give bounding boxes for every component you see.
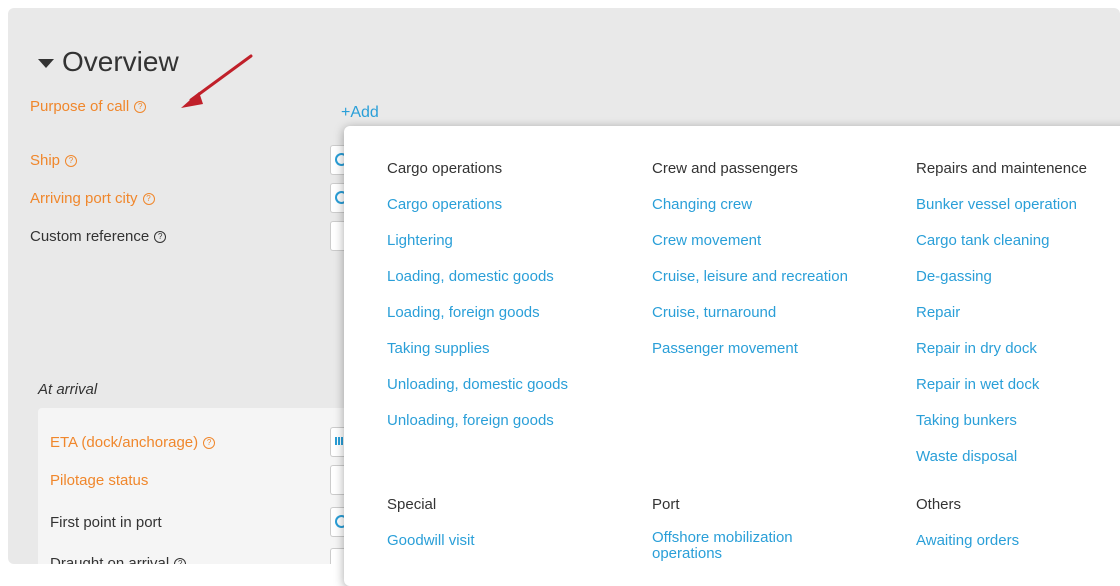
- purpose-option[interactable]: Crew movement: [652, 230, 912, 252]
- purpose-option[interactable]: Cargo tank cleaning: [916, 230, 1120, 252]
- group-port: Port Offshore mobilization operations: [652, 494, 912, 566]
- group-title: Special: [387, 496, 437, 513]
- group-crew-and-passengers: Crew and passengers Changing crew Crew m…: [652, 158, 912, 374]
- pilotage-status-text: Pilotage status: [50, 472, 149, 489]
- pilotage-status-label: Pilotage status: [50, 472, 148, 489]
- group-special: Special Goodwill visit: [387, 494, 647, 566]
- purpose-option[interactable]: Goodwill visit: [387, 530, 647, 552]
- purpose-option[interactable]: Changing crew: [652, 194, 912, 216]
- purpose-option[interactable]: Repair in dry dock: [916, 338, 1120, 360]
- purpose-option[interactable]: Awaiting orders: [916, 530, 1120, 552]
- add-purpose-button[interactable]: +Add: [341, 104, 379, 122]
- purpose-option[interactable]: Passenger movement: [652, 338, 912, 360]
- purpose-option[interactable]: Loading, domestic goods: [387, 266, 647, 288]
- purpose-option[interactable]: Unloading, domestic goods: [387, 374, 647, 396]
- purpose-option[interactable]: Offshore mobilization operations: [652, 530, 832, 562]
- red-arrow-annotation-icon: [181, 54, 253, 108]
- group-title: Crew and passengers: [652, 160, 798, 177]
- purpose-option[interactable]: Cargo operations: [387, 194, 647, 216]
- first-point-in-port-label: First point in port: [50, 514, 162, 531]
- group-title: Repairs and maintenence: [916, 160, 1087, 177]
- purpose-option[interactable]: Waste disposal: [916, 446, 1120, 468]
- custom-reference-text: Custom reference: [30, 228, 150, 245]
- first-point-in-port-text: First point in port: [50, 514, 162, 531]
- ship-label: Ship ?: [30, 152, 78, 169]
- purpose-of-call-text: Purpose of call: [30, 98, 130, 115]
- purpose-option[interactable]: Cruise, turnaround: [652, 302, 912, 324]
- purpose-option[interactable]: Repair in wet dock: [916, 374, 1120, 396]
- purpose-option[interactable]: Unloading, foreign goods: [387, 410, 647, 432]
- group-title: Cargo operations: [387, 160, 503, 177]
- purpose-option[interactable]: Taking supplies: [387, 338, 647, 360]
- help-icon[interactable]: ?: [174, 557, 187, 564]
- group-repairs-and-maintenence: Repairs and maintenence Bunker vessel op…: [916, 158, 1120, 482]
- purpose-option[interactable]: Loading, foreign goods: [387, 302, 647, 324]
- purpose-option[interactable]: Lightering: [387, 230, 647, 252]
- eta-text: ETA (dock/anchorage): [50, 434, 199, 451]
- ship-text: Ship: [30, 152, 61, 169]
- calendar-icon: [335, 437, 343, 445]
- group-others: Others Awaiting orders: [916, 494, 1120, 566]
- group-title: Others: [916, 496, 962, 513]
- arriving-port-city-label: Arriving port city ?: [30, 190, 155, 207]
- purpose-option[interactable]: Cruise, leisure and recreation: [652, 266, 912, 288]
- overview-section-toggle[interactable]: Overview: [38, 46, 179, 78]
- overview-title: Overview: [62, 46, 179, 77]
- draught-on-arrival-text: Draught on arrival: [50, 555, 170, 564]
- help-icon[interactable]: ?: [65, 154, 78, 167]
- custom-reference-label: Custom reference ?: [30, 228, 167, 245]
- purpose-option[interactable]: Taking bunkers: [916, 410, 1120, 432]
- eta-label: ETA (dock/anchorage) ?: [50, 434, 216, 451]
- at-arrival-heading: At arrival: [38, 381, 98, 398]
- purpose-option[interactable]: Repair: [916, 302, 1120, 324]
- caret-down-icon: [38, 59, 54, 68]
- purpose-of-call-label: Purpose of call ?: [30, 98, 147, 115]
- draught-on-arrival-label: Draught on arrival ?: [50, 555, 187, 564]
- purpose-of-call-dropdown: Cargo operations Cargo operations Lighte…: [344, 126, 1120, 586]
- help-icon[interactable]: ?: [134, 100, 147, 113]
- purpose-option[interactable]: De-gassing: [916, 266, 1120, 288]
- arriving-port-city-text: Arriving port city: [30, 190, 138, 207]
- purpose-option[interactable]: Bunker vessel operation: [916, 194, 1120, 216]
- group-cargo-operations: Cargo operations Cargo operations Lighte…: [387, 158, 647, 446]
- help-icon[interactable]: ?: [142, 192, 155, 205]
- help-icon[interactable]: ?: [154, 230, 167, 243]
- help-icon[interactable]: ?: [203, 436, 216, 449]
- group-title: Port: [652, 496, 680, 513]
